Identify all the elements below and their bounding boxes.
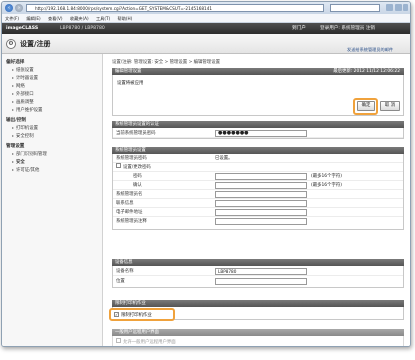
change-password-checkbox[interactable]: [116, 163, 121, 168]
section-restrict-header: 限制打印机作业: [112, 300, 404, 307]
admin-name-input[interactable]: [215, 191, 307, 198]
location-label: 位置: [116, 279, 125, 284]
url-text: http://192.168.1.84:8000/rps/system.cgi?…: [35, 6, 213, 11]
admin-password-status-row: 系统管理员密码 已设置。: [113, 154, 403, 163]
section-remote-header: 一般用户远程用户界面: [112, 329, 404, 336]
change-password-label: 设置/更改密码: [123, 165, 151, 170]
restrict-highlight: ✓ 限制打印机作业: [109, 308, 175, 321]
edit-header-title: 编辑管理设置: [115, 69, 142, 74]
sidebar-item-printer[interactable]: 打印机设置: [12, 125, 38, 131]
change-password-row: 设置/更改密码: [113, 163, 403, 172]
new-password-row: 密码 (最多16个字符): [113, 172, 403, 181]
remote-ui-checkbox[interactable]: [116, 338, 121, 343]
email-label: 电子邮件地址: [116, 210, 143, 215]
device-name-label: 设备名称: [116, 269, 134, 274]
sidebar-group-management: 管理设置: [6, 144, 25, 149]
sidebar-item-network[interactable]: 网络: [12, 83, 25, 89]
portal-link[interactable]: 到门户: [292, 23, 306, 34]
confirm-password-row: 确认 (最多16个字符): [113, 181, 403, 190]
sidebar-group-preferences: 偏好选择: [6, 60, 25, 65]
confirm-password-label: 确认: [133, 183, 142, 188]
main-content: 设置/注册: 管理设置: 安全 > 管理设置 > 编辑管理设置 编辑管理设置 最…: [104, 54, 410, 346]
search-input[interactable]: [330, 4, 380, 12]
breadcrumb: 设置/注册: 管理设置: 安全 > 管理设置 > 编辑管理设置: [112, 60, 220, 65]
settings-icon: ⚙: [6, 39, 16, 49]
back-icon[interactable]: ‹: [5, 4, 13, 12]
new-password-hint: (最多16个字符): [311, 174, 342, 179]
sidebar: 偏好选择 纸张设置 计时器设置 网络 外部接口 画质调整 用户维护设置 输出/控…: [2, 54, 103, 346]
edit-header: 编辑管理设置 最后更新: 2012 11/12 12:06:22: [112, 68, 404, 75]
page-title: 设置/注册: [20, 40, 51, 48]
contact-label: 联系信息: [116, 201, 134, 206]
menu-tools[interactable]: 工具(T): [93, 16, 113, 21]
sidebar-item-security[interactable]: 安全: [12, 159, 25, 165]
section-remote: 允许一般用户远程用户界面: [112, 336, 404, 346]
sidebar-item-timer[interactable]: 计时器设置: [12, 75, 38, 81]
admin-password-label: 系统管理员密码: [116, 156, 147, 161]
email-row: 电子邮件地址: [113, 208, 403, 217]
menu-help[interactable]: 帮助(H): [115, 16, 136, 21]
ok-button[interactable]: 确定: [357, 101, 375, 111]
section-auth-header: 系统管理员设置的认证: [112, 121, 404, 128]
restrict-label: 限制打印机作业: [121, 313, 152, 318]
star-icon[interactable]: [395, 4, 402, 11]
login-user[interactable]: 登录用户: 系统管理员 注销: [320, 23, 375, 34]
sidebar-item-license[interactable]: 许可证/其他: [12, 167, 39, 173]
restrict-checkbox[interactable]: ✓: [114, 312, 119, 317]
sidebar-item-department-id[interactable]: 部门识别码管理: [12, 151, 47, 157]
gear-icon[interactable]: [403, 4, 408, 11]
forward-icon[interactable]: ›: [15, 4, 23, 12]
app-header: imageCLASS LBP8780 / LBP8780 到门户 登录用户: 系…: [2, 23, 410, 34]
mail-admin-link[interactable]: 发送给系统管理员的邮件: [347, 47, 393, 53]
location-input[interactable]: [215, 278, 307, 285]
section-auth: 当前系统管理员密码 ●●●●●●●: [112, 128, 404, 139]
section-device-header: 设备信息: [112, 259, 404, 266]
section-admin: 系统管理员密码 已设置。 设置/更改密码 密码 (最多16个字符) 确认 (最多…: [112, 154, 404, 230]
cancel-button[interactable]: 取 消: [380, 101, 400, 111]
sidebar-item-interface[interactable]: 外部接口: [12, 91, 34, 97]
admin-comment-label: 系统管理员注释: [116, 219, 147, 224]
sidebar-item-maintenance[interactable]: 用户维护设置: [12, 107, 42, 113]
menu-file[interactable]: 文件(F): [2, 16, 22, 21]
device-name: LBP8780 / LBP8780: [60, 26, 105, 31]
new-password-label: 密码: [133, 174, 142, 179]
admin-name-label: 系统管理员名: [116, 192, 143, 197]
remote-ui-label: 允许一般用户远程用户界面: [123, 340, 176, 345]
contact-row: 联系信息: [113, 199, 403, 208]
notice-text: 设置将被应用: [117, 81, 144, 86]
sidebar-item-security-control[interactable]: 安全控制: [12, 133, 34, 139]
current-password-input[interactable]: ●●●●●●●: [215, 130, 307, 137]
address-bar: ‹ › http://192.168.1.84:8000/rps/system.…: [2, 2, 410, 14]
confirm-password-hint: (最多16个字符): [311, 183, 342, 188]
admin-comment-input[interactable]: [215, 218, 307, 225]
menu-favorites[interactable]: 收藏夹(A): [67, 16, 92, 21]
section-device: 设备名称 LBP8780 位置: [112, 266, 404, 288]
email-input[interactable]: [215, 209, 307, 216]
brand-logo: imageCLASS: [6, 26, 39, 31]
sidebar-item-paper[interactable]: 纸张设置: [12, 67, 34, 73]
page-header: ⚙ 设置/注册 发送给系统管理员的邮件: [2, 34, 410, 54]
sidebar-group-output: 输出/控制: [6, 118, 27, 123]
confirm-password-input[interactable]: [215, 182, 307, 189]
contact-input[interactable]: [215, 200, 307, 207]
menu-bar: 文件(F) 编辑(E) 查看(V) 收藏夹(A) 工具(T) 帮助(H): [2, 14, 410, 23]
sidebar-item-image-quality[interactable]: 画质调整: [12, 99, 34, 105]
admin-comment-row: 系统管理员注释: [113, 217, 403, 226]
device-name-input[interactable]: LBP8780: [215, 268, 307, 275]
admin-name-row: 系统管理员名: [113, 190, 403, 199]
new-password-input[interactable]: [215, 173, 307, 180]
menu-view[interactable]: 查看(V): [45, 16, 66, 21]
device-name-row: 设备名称 LBP8780: [113, 267, 403, 276]
current-password-label: 当前系统管理员密码: [116, 131, 156, 136]
url-input[interactable]: http://192.168.1.84:8000/rps/system.cgi?…: [26, 4, 324, 12]
admin-password-status: 已设置。: [215, 156, 233, 161]
last-updated: 最后更新: 2012 11/12 12:06:22: [333, 69, 400, 74]
location-row: 位置: [113, 277, 403, 286]
section-admin-header: 系统管理员设置: [112, 147, 404, 154]
current-password-row: 当前系统管理员密码 ●●●●●●●: [113, 129, 403, 138]
browser-window: ‹ › http://192.168.1.84:8000/rps/system.…: [1, 1, 411, 347]
menu-edit[interactable]: 编辑(E): [23, 16, 43, 21]
home-icon[interactable]: [386, 4, 393, 11]
